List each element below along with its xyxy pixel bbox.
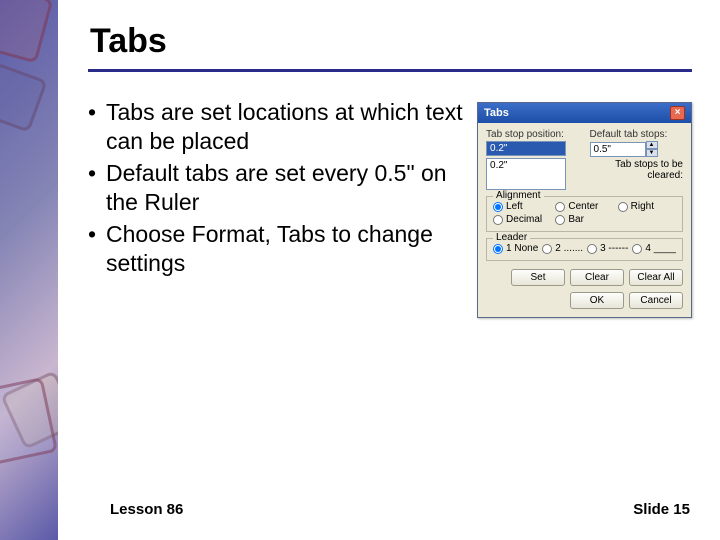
alignment-group: Alignment Left Center Right Decimal Bar <box>486 196 683 232</box>
ok-button[interactable]: OK <box>570 292 624 309</box>
radio-left[interactable]: Left <box>493 201 551 212</box>
tab-stop-list[interactable]: 0.2" <box>486 158 566 190</box>
radio-decimal[interactable]: Decimal <box>493 214 551 225</box>
radio-leader-dash[interactable]: 3 ------ <box>587 243 628 254</box>
close-icon[interactable]: × <box>670 106 685 120</box>
title-rule <box>88 69 692 72</box>
bullet-list: Tabs are set locations at which text can… <box>88 98 469 501</box>
decorative-sidebar <box>0 0 58 540</box>
tabs-dialog: Tabs × Tab stop position: 0.2" 0.2" Defa… <box>477 102 692 318</box>
bullet-item: Tabs are set locations at which text can… <box>106 98 469 157</box>
clear-label: Tab stops to be cleared: <box>590 159 683 181</box>
radio-center[interactable]: Center <box>555 201 613 212</box>
leader-legend: Leader <box>493 232 530 243</box>
slide-title: Tabs <box>88 22 692 61</box>
spinner-buttons[interactable]: ▲▼ <box>646 141 658 157</box>
default-tabs-input[interactable]: 0.5" <box>590 142 646 157</box>
radio-leader-none[interactable]: 1 None <box>493 243 538 254</box>
radio-leader-dots[interactable]: 2 ....... <box>542 243 583 254</box>
tab-stop-input[interactable]: 0.2" <box>486 141 566 156</box>
tab-stop-label: Tab stop position: <box>486 129 579 140</box>
slide-content: Tabs Tabs are set locations at which tex… <box>58 0 720 540</box>
slide-footer: Lesson 86 Slide 15 <box>88 501 692 520</box>
clear-button[interactable]: Clear <box>570 269 624 286</box>
footer-lesson: Lesson 86 <box>110 501 183 518</box>
cancel-button[interactable]: Cancel <box>629 292 683 309</box>
clear-all-button[interactable]: Clear All <box>629 269 683 286</box>
radio-right[interactable]: Right <box>618 201 676 212</box>
leader-group: Leader 1 None 2 ....... 3 ------ 4 ____ <box>486 238 683 261</box>
set-button[interactable]: Set <box>511 269 565 286</box>
dialog-titlebar[interactable]: Tabs × <box>478 103 691 123</box>
dialog-title-text: Tabs <box>484 107 509 119</box>
default-tabs-label: Default tab stops: <box>590 129 683 140</box>
radio-bar[interactable]: Bar <box>555 214 613 225</box>
alignment-legend: Alignment <box>493 190 543 201</box>
radio-leader-under[interactable]: 4 ____ <box>632 243 676 254</box>
bullet-item: Choose Format, Tabs to change settings <box>106 220 469 279</box>
footer-slide: Slide 15 <box>633 501 690 518</box>
bullet-item: Default tabs are set every 0.5" on the R… <box>106 159 469 218</box>
